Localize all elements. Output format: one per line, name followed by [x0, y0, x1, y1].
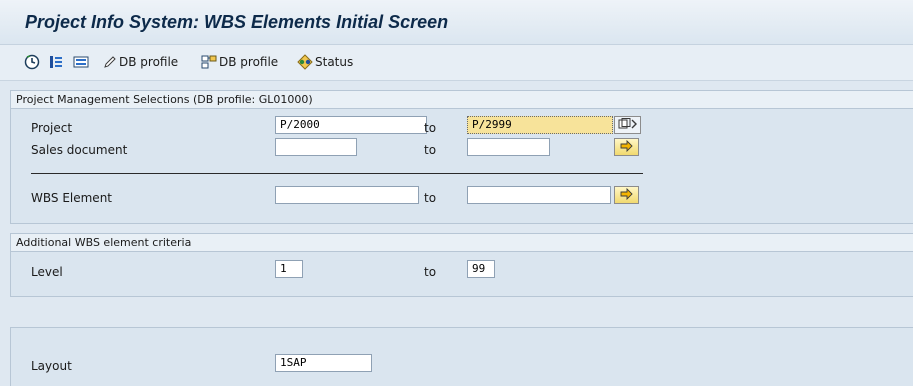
project-management-selections-group: Project Management Selections (DB profil…	[10, 90, 913, 224]
multiple-selection-arrow-icon	[618, 117, 638, 133]
application-toolbar: DB profile DB profile Status	[0, 45, 913, 81]
arrow-right-icon	[620, 187, 634, 203]
project-from-input[interactable]: P/2000	[275, 116, 427, 134]
db-profile-edit-label: DB profile	[119, 55, 179, 69]
sales-document-to-input[interactable]	[467, 138, 550, 156]
level-to-label: to	[424, 265, 437, 279]
sales-document-label: Sales document	[31, 143, 128, 157]
separator-line	[31, 173, 643, 174]
layout-group: Layout 1SAP	[10, 327, 913, 386]
wbs-element-to-input[interactable]	[467, 186, 611, 204]
variant-icon	[73, 54, 89, 70]
hierarchy-icon	[201, 54, 217, 70]
sales-document-multiple-selection-button[interactable]	[614, 138, 639, 156]
page-title: Project Info System: WBS Elements Initia…	[25, 12, 449, 32]
status-button[interactable]: Status	[297, 53, 353, 71]
pencil-icon	[103, 55, 117, 69]
execute-button[interactable]	[24, 53, 40, 71]
multiple-selection-icon	[48, 54, 64, 70]
arrow-right-icon	[620, 139, 634, 155]
wbs-element-from-input[interactable]	[275, 186, 419, 204]
project-label: Project	[31, 121, 73, 135]
project-to-label: to	[424, 121, 437, 135]
wbs-element-to-label: to	[424, 191, 437, 205]
db-profile-tree-button[interactable]: DB profile	[201, 53, 278, 71]
level-to-input[interactable]: 99	[467, 260, 495, 278]
execute-clock-icon	[24, 54, 40, 70]
wbs-element-label: WBS Element	[31, 191, 112, 205]
project-multiple-selection-button[interactable]	[614, 116, 641, 134]
layout-input[interactable]: 1SAP	[275, 354, 372, 372]
project-to-input[interactable]: P/2999	[467, 116, 613, 134]
level-label: Level	[31, 265, 63, 279]
sales-document-from-input[interactable]	[275, 138, 357, 156]
level-from-input[interactable]: 1	[275, 260, 303, 278]
additional-wbs-criteria-group: Additional WBS element criteria Level 1 …	[10, 233, 913, 297]
title-bar: Project Info System: WBS Elements Initia…	[0, 0, 913, 45]
multiple-selection-button[interactable]	[48, 53, 64, 71]
status-label: Status	[315, 55, 354, 69]
group-header: Project Management Selections (DB profil…	[11, 91, 913, 109]
layout-label: Layout	[31, 359, 72, 373]
db-profile-edit-button[interactable]: DB profile	[103, 53, 178, 71]
sales-document-to-label: to	[424, 143, 437, 157]
variant-button[interactable]	[73, 53, 89, 71]
group-header: Additional WBS element criteria	[11, 234, 913, 252]
db-profile-tree-label: DB profile	[219, 55, 279, 69]
status-icon	[297, 54, 313, 70]
wbs-element-multiple-selection-button[interactable]	[614, 186, 639, 204]
